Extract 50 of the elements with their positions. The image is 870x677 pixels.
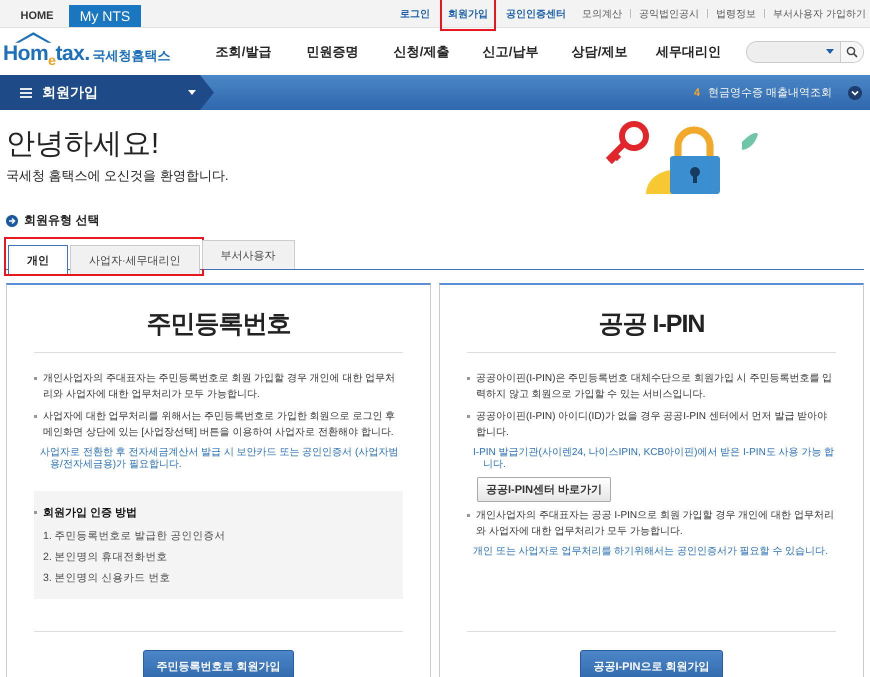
- site-tab[interactable]: My NTS: [69, 5, 141, 27]
- menu-item[interactable]: 신고/납부: [466, 42, 555, 60]
- caret-icon[interactable]: [826, 48, 834, 54]
- menu-item[interactable]: 조회/발급: [199, 42, 288, 60]
- menu-icon: [20, 88, 32, 98]
- method-heading: 회원가입 인증 방법: [43, 506, 138, 520]
- member-type-tab[interactable]: 부서사용자: [202, 240, 295, 269]
- notice-link[interactable]: 현금영수증 매출내역조회: [708, 85, 832, 100]
- info-text: 공공아이핀(I-PIN) 아이디(ID)가 없을 경우 공공I-PIN 센터에서 먼저 발급 받아야 합니다.: [476, 410, 828, 440]
- top-link[interactable]: 회원가입: [442, 0, 494, 28]
- info-text: 공공아이핀(I-PIN)은 주민등록번호 대체수단으로 회원가입 시 주민등록번호를 입력하지 않고 회원으로 가입할 수 있는 서비스입니다.: [476, 372, 834, 402]
- chevron-down-icon[interactable]: [848, 86, 862, 100]
- method-step: 1. 주민등록번호로 발급한 공인인증서: [34, 526, 403, 547]
- top-link[interactable]: 부서사용자 가입하기: [769, 2, 870, 24]
- search-button[interactable]: [840, 42, 863, 62]
- top-link[interactable]: 공인인증센터: [502, 2, 570, 24]
- logo-name[interactable]: 국세청홈택스: [92, 47, 171, 66]
- panel-title: 공공 I-PIN: [467, 285, 836, 353]
- arrow-circle-icon: [6, 214, 18, 226]
- info-text: 개인사업자의 주대표자는 공공 I-PIN으로 회원 가입할 경우 개인에 대한 업무처리와 사업자에 대한 업무처리가 모두 가능합니다.: [476, 509, 835, 539]
- top-link[interactable]: 모의계산: [578, 2, 626, 24]
- method-step: 2. 본인명의 휴대전화번호: [34, 547, 403, 568]
- signup-button[interactable]: 주민등록번호로 회원가입: [143, 650, 294, 677]
- menu-item[interactable]: 신청/제출: [377, 42, 466, 60]
- menu-item[interactable]: 세무대리인: [644, 42, 733, 60]
- logo-wordmark[interactable]: Hom$_{e}$tax.: [3, 43, 90, 72]
- menu-item[interactable]: 상담/제보: [555, 42, 644, 60]
- welcome-text: 국세청 홈택스에 오신것을 환영합니다.: [6, 167, 228, 185]
- method-step: 3. 본인명의 신용카드 번호: [34, 568, 403, 589]
- info-text: 사업자에 대한 업무처리를 위해서는 주민등록번호로 가입한 회원으로 로그인 후 메인화면 상단에 있는 [사업장선택] 버튼을 이용하여 사업자로 전환해야 합니다.: [43, 410, 396, 440]
- signup-button[interactable]: 공공I-PIN으로 회원가입: [580, 650, 723, 677]
- search-field[interactable]: [746, 40, 864, 62]
- note-text: 개인 또는 사업자로 업무처리를 하기위해서는 공인인증서가 필요할 수 있습니다.: [472, 546, 830, 558]
- member-type-tab[interactable]: 사업자·세무대리인: [70, 245, 200, 274]
- top-link[interactable]: 로그인: [396, 2, 434, 24]
- menu-item[interactable]: 민원증명: [288, 42, 377, 60]
- note-text: 사업자로 전환한 후 전자세금계산서 발급 시 보안카드 또는 공인인증서 (사업자범용/전자세금용)가 필요합니다.: [39, 447, 400, 471]
- member-type-tab[interactable]: 개인: [8, 245, 68, 274]
- section-title: 회원유형 선택: [24, 212, 100, 229]
- location-menu[interactable]: 회원가입: [0, 75, 214, 110]
- info-text: 개인사업자의 주대표자는 주민등록번호로 회원 가입할 경우 개인에 대한 업무처리와 사업자에 대한 업무처리가 모두 가능합니다.: [43, 372, 396, 402]
- panel-title: 주민등록번호: [34, 285, 403, 353]
- search-icon: [846, 46, 858, 58]
- note-text: I-PIN 발급기관(사이렌24, 나이스IPIN, KCB아이핀)에서 받은 I-PIN도 사용 가능 합니다.: [472, 447, 836, 471]
- caret-icon: [188, 90, 196, 95]
- greeting-heading: 안녕하세요!: [6, 127, 160, 162]
- top-link[interactable]: 법령정보: [712, 2, 760, 24]
- link-button[interactable]: 공공I-PIN센터 바로가기: [477, 477, 612, 502]
- top-link[interactable]: 공익법인공시: [635, 2, 704, 24]
- notice-number: 4: [694, 86, 700, 98]
